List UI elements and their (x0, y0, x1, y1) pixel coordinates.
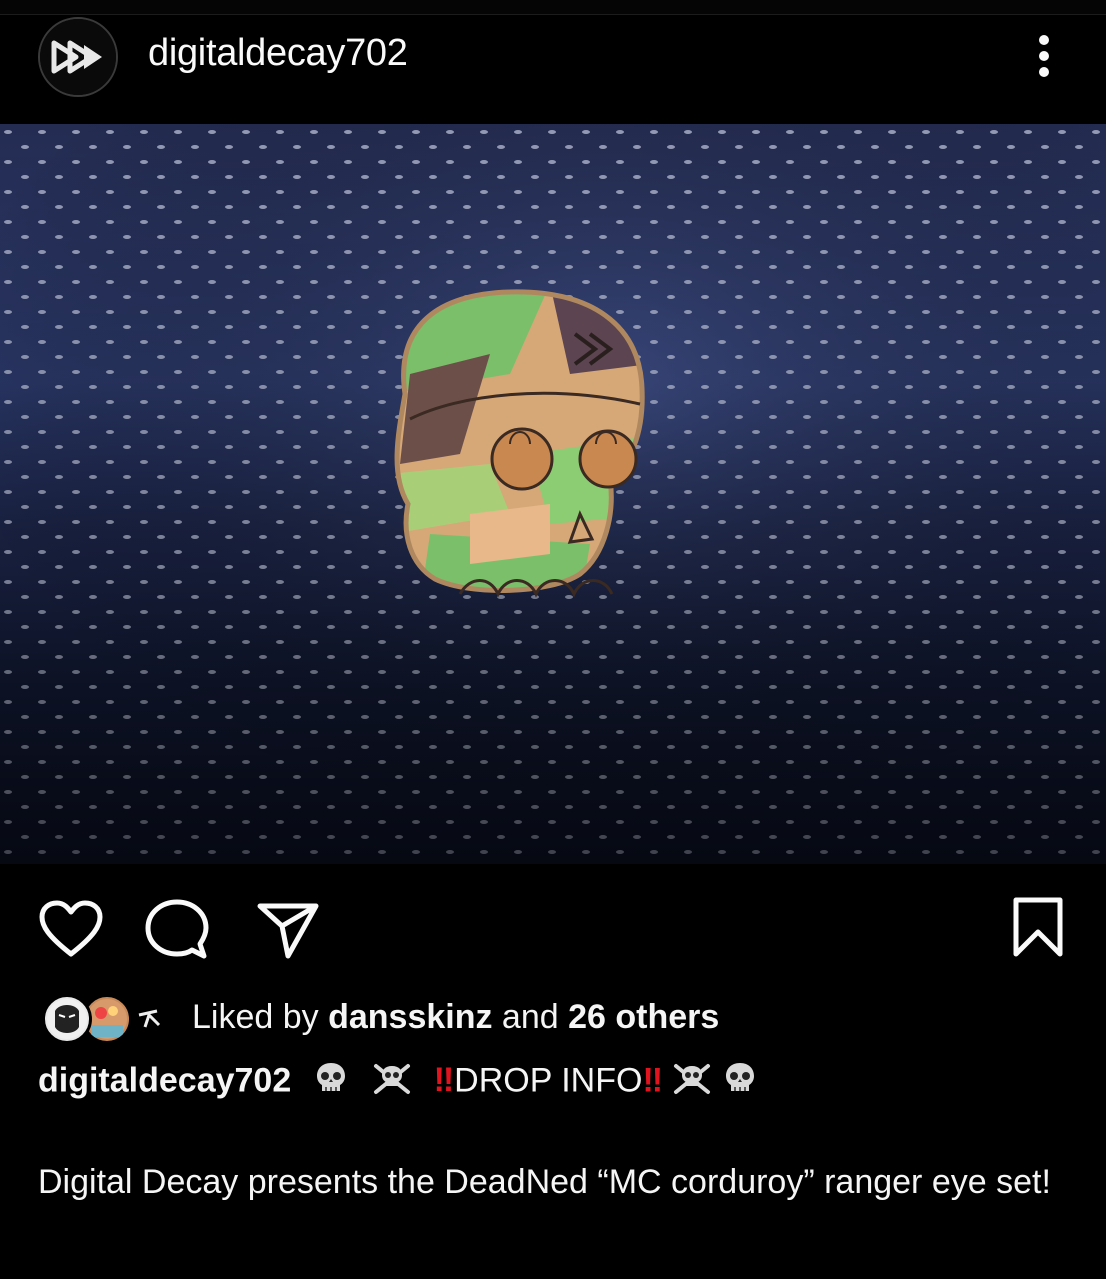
double-exclamation-emoji: ‼ (433, 1061, 455, 1100)
liker-avatar (42, 994, 92, 1044)
share-button[interactable] (256, 900, 320, 960)
comment-icon (145, 899, 209, 959)
like-button[interactable] (38, 900, 104, 960)
caption-body-text: Digital Decay presents the DeadNed “MC c… (38, 1163, 1051, 1201)
skull-patch-photo (0, 124, 1106, 864)
masked-face-icon (47, 999, 87, 1039)
liked-by-user[interactable]: dansskinz (328, 998, 492, 1036)
status-bar-strip (0, 0, 1106, 15)
heart-icon (39, 900, 103, 957)
profile-avatar[interactable] (38, 17, 118, 97)
caption-drop-info: DROP INFO (454, 1061, 643, 1100)
send-icon (257, 903, 319, 959)
comment-button[interactable] (144, 898, 210, 962)
skull-crossbones-emoji-icon (672, 1060, 712, 1105)
double-exclamation-emoji: ‼ (642, 1061, 663, 1100)
more-options-button[interactable] (1022, 28, 1066, 84)
save-button[interactable] (1010, 896, 1066, 960)
liked-by-and: and (492, 998, 569, 1036)
liked-by-text: Liked by dansskinz and 26 others (192, 998, 719, 1037)
post-photo[interactable] (0, 124, 1106, 864)
likes-summary[interactable]: Liked by dansskinz and 26 others (40, 992, 1070, 1048)
logo-mark-icon (129, 999, 169, 1039)
caption-username[interactable]: digitaldecay702 (38, 1061, 291, 1099)
bookmark-icon (1013, 897, 1063, 957)
more-vertical-icon (1039, 35, 1049, 77)
skull-emoji-icon (722, 1060, 758, 1105)
liked-by-prefix: Liked by (192, 998, 329, 1036)
fast-forward-logo-icon (40, 19, 116, 95)
caption-header: digitaldecay702 ‼DROP INFO‼ (38, 1060, 758, 1105)
skull-emoji-icon (313, 1060, 349, 1105)
skull-crossbones-emoji-icon (372, 1060, 412, 1105)
post-author-username[interactable]: digitaldecay702 (148, 32, 408, 75)
post-actions-bar (0, 864, 1106, 984)
post-header: digitaldecay702 (0, 0, 1106, 124)
liked-by-count[interactable]: 26 others (568, 998, 719, 1036)
